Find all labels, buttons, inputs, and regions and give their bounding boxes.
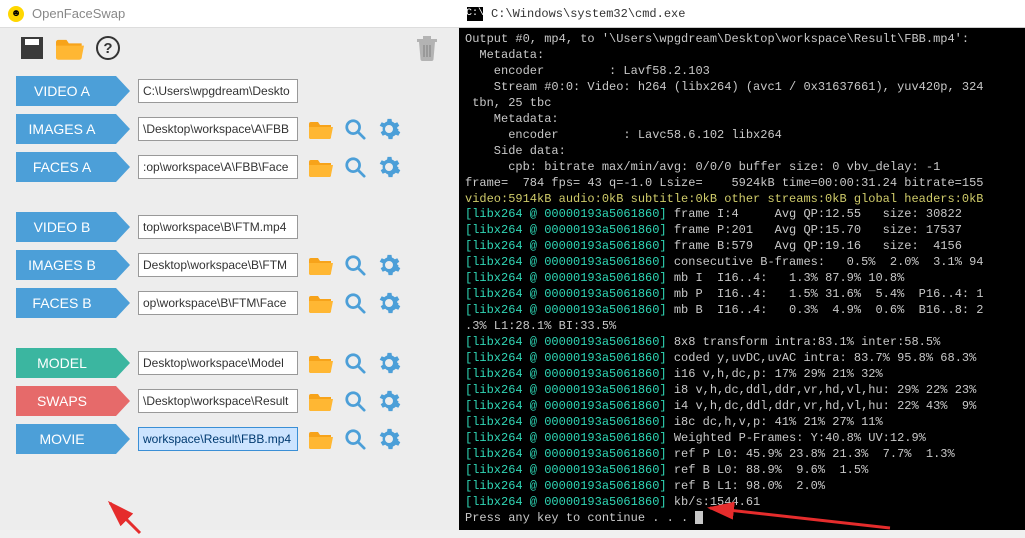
row-label-button[interactable]: IMAGES B bbox=[16, 250, 116, 280]
row-label-button[interactable]: MOVIE bbox=[16, 424, 116, 454]
config-row: IMAGES B bbox=[16, 248, 443, 282]
path-input[interactable] bbox=[138, 117, 298, 141]
path-input[interactable] bbox=[138, 253, 298, 277]
settings-icon[interactable] bbox=[376, 290, 402, 316]
row-label-text: SWAPS bbox=[37, 393, 87, 409]
row-label-text: IMAGES B bbox=[28, 257, 96, 273]
path-input[interactable] bbox=[138, 291, 298, 315]
preview-icon[interactable] bbox=[342, 350, 368, 376]
trash-button[interactable] bbox=[413, 34, 441, 62]
cmd-window: C:\ C:\Windows\system32\cmd.exe Output #… bbox=[459, 0, 1025, 530]
browse-folder-icon[interactable] bbox=[308, 116, 334, 142]
browse-folder-icon[interactable] bbox=[308, 154, 334, 180]
config-row: VIDEO B bbox=[16, 210, 443, 244]
row-label-text: FACES B bbox=[32, 295, 91, 311]
browse-folder-icon[interactable] bbox=[308, 252, 334, 278]
settings-icon[interactable] bbox=[376, 154, 402, 180]
path-input[interactable] bbox=[138, 215, 298, 239]
openfaceswap-window: ☻ OpenFaceSwap ? VIDEO AIMAGES AFACES AV… bbox=[0, 0, 459, 530]
path-input[interactable] bbox=[138, 79, 298, 103]
config-row: FACES B bbox=[16, 286, 443, 320]
settings-icon[interactable] bbox=[376, 252, 402, 278]
row-label-text: FACES A bbox=[33, 159, 91, 175]
preview-icon[interactable] bbox=[342, 388, 368, 414]
open-button[interactable] bbox=[56, 34, 84, 62]
row-label-button[interactable]: VIDEO A bbox=[16, 76, 116, 106]
row-label-text: IMAGES A bbox=[29, 121, 96, 137]
app-icon: ☻ bbox=[8, 6, 24, 22]
settings-icon[interactable] bbox=[376, 388, 402, 414]
config-row: FACES A bbox=[16, 150, 443, 184]
help-button[interactable]: ? bbox=[94, 34, 122, 62]
cmd-icon: C:\ bbox=[467, 7, 483, 21]
row-label-button[interactable]: MODEL bbox=[16, 348, 116, 378]
app-title: OpenFaceSwap bbox=[32, 6, 125, 21]
settings-icon[interactable] bbox=[376, 426, 402, 452]
cmd-title-bar[interactable]: C:\ C:\Windows\system32\cmd.exe bbox=[459, 0, 1025, 28]
row-label-text: VIDEO B bbox=[34, 219, 91, 235]
row-label-button[interactable]: VIDEO B bbox=[16, 212, 116, 242]
rows-container: VIDEO A IMAGES A FACES A VIDEO B IMAGES B FAC… bbox=[0, 68, 459, 462]
toolbar: ? bbox=[0, 28, 459, 68]
browse-folder-icon[interactable] bbox=[308, 350, 334, 376]
preview-icon[interactable] bbox=[342, 154, 368, 180]
save-button[interactable] bbox=[18, 34, 46, 62]
path-input[interactable] bbox=[138, 389, 298, 413]
preview-icon[interactable] bbox=[342, 252, 368, 278]
settings-icon[interactable] bbox=[376, 350, 402, 376]
cmd-title: C:\Windows\system32\cmd.exe bbox=[491, 7, 685, 21]
preview-icon[interactable] bbox=[342, 290, 368, 316]
row-label-button[interactable]: IMAGES A bbox=[16, 114, 116, 144]
terminal-body[interactable]: Output #0, mp4, to '\Users\wpgdream\Desk… bbox=[459, 28, 1025, 530]
row-label-text: MODEL bbox=[37, 355, 87, 371]
settings-icon[interactable] bbox=[376, 116, 402, 142]
preview-icon[interactable] bbox=[342, 116, 368, 142]
config-row: VIDEO A bbox=[16, 74, 443, 108]
config-row: MODEL bbox=[16, 346, 443, 380]
config-row: IMAGES A bbox=[16, 112, 443, 146]
browse-folder-icon[interactable] bbox=[308, 426, 334, 452]
row-label-button[interactable]: FACES A bbox=[16, 152, 116, 182]
path-input[interactable] bbox=[138, 427, 298, 451]
row-label-text: MOVIE bbox=[39, 431, 84, 447]
config-row: SWAPS bbox=[16, 384, 443, 418]
browse-folder-icon[interactable] bbox=[308, 290, 334, 316]
path-input[interactable] bbox=[138, 155, 298, 179]
config-row: MOVIE bbox=[16, 422, 443, 456]
row-label-text: VIDEO A bbox=[34, 83, 90, 99]
title-bar[interactable]: ☻ OpenFaceSwap bbox=[0, 0, 459, 28]
path-input[interactable] bbox=[138, 351, 298, 375]
row-label-button[interactable]: SWAPS bbox=[16, 386, 116, 416]
row-label-button[interactable]: FACES B bbox=[16, 288, 116, 318]
preview-icon[interactable] bbox=[342, 426, 368, 452]
browse-folder-icon[interactable] bbox=[308, 388, 334, 414]
